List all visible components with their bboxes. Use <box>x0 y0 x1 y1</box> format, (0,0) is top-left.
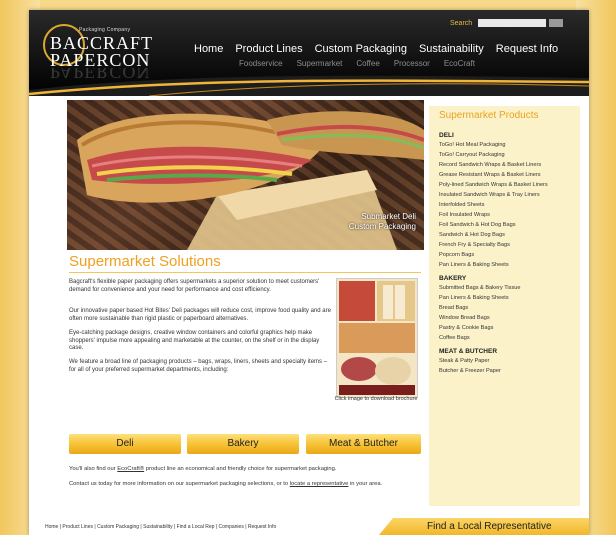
deli-button[interactable]: Deli <box>69 434 181 454</box>
sidebar-link[interactable]: ToGo! Carryout Packaging <box>439 152 575 159</box>
sidebar-heading-deli: DELI <box>439 132 454 139</box>
sidebar-link[interactable]: French Fry & Specialty Bags <box>439 242 575 249</box>
site-page: Packaging Company BACCRAFT PAPERCON PAPE… <box>29 10 589 535</box>
nav-request-info[interactable]: Request Info <box>496 43 558 55</box>
subnav-foodservice[interactable]: Foodservice <box>239 59 283 68</box>
sidebar-heading-bakery: BAKERY <box>439 275 467 282</box>
main-nav: Home Product Lines Custom Packaging Sust… <box>194 43 570 55</box>
title-divider <box>69 272 421 273</box>
site-header: Packaging Company BACCRAFT PAPERCON PAPE… <box>29 10 589 96</box>
footer-links[interactable]: Home | Product Lines | Custom Packaging … <box>45 524 276 530</box>
sidebar-link[interactable]: Steak & Patty Paper <box>439 358 575 365</box>
meat-butcher-button[interactable]: Meat & Butcher <box>306 434 421 454</box>
brochure-image <box>337 279 417 397</box>
sub-nav: Foodservice Supermarket Coffee Processor… <box>239 59 489 68</box>
sidebar-list: DELI ToGo! Hot Meal Packaging ToGo! Carr… <box>439 126 575 378</box>
brochure-caption[interactable]: Click image to download brochure <box>331 396 421 403</box>
sidebar-link[interactable]: Pastry & Cookie Bags <box>439 325 575 332</box>
ecocraft-note-pre: You'll also find our <box>69 466 116 472</box>
hero-image: Submarket Deli Custom Packaging <box>67 100 424 250</box>
contact-note-post: in your area. <box>350 481 383 487</box>
locate-rep-link[interactable]: locate a representative <box>290 481 349 487</box>
subnav-coffee[interactable]: Coffee <box>356 59 379 68</box>
sidebar-link[interactable]: Submitted Bags & Bakery Tissue <box>439 285 575 292</box>
body-paragraph: Our innovative paper based Hot Bites' De… <box>69 308 331 322</box>
nav-product-lines[interactable]: Product Lines <box>235 43 302 55</box>
find-local-rep-button[interactable]: Find a Local Representative <box>379 518 589 535</box>
body-paragraph: We feature a broad line of packaging pro… <box>69 359 328 373</box>
logo-reflection: PAPERCON <box>50 68 151 82</box>
sidebar-title: Supermarket Products <box>439 110 539 121</box>
nav-custom-packaging[interactable]: Custom Packaging <box>315 43 407 55</box>
ecocraft-link[interactable]: EcoCraft® <box>117 466 144 472</box>
sidebar-link[interactable]: Butcher & Freezer Paper <box>439 368 575 375</box>
brand-logo[interactable]: Packaging Company BACCRAFT PAPERCON PAPE… <box>43 24 163 84</box>
sidebar-link[interactable]: Pan Liners & Baking Sheets <box>439 295 575 302</box>
body-paragraph: Eye-catching package designs, creative w… <box>69 330 320 351</box>
nav-home[interactable]: Home <box>194 43 223 55</box>
sidebar-link[interactable]: Interfolded Sheets <box>439 202 575 209</box>
sidebar-link[interactable]: Pan Liners & Baking Sheets <box>439 262 575 269</box>
subnav-supermarket[interactable]: Supermarket <box>297 59 343 68</box>
bakery-button[interactable]: Bakery <box>187 434 299 454</box>
sidebar-link[interactable]: Record Sandwich Wraps & Basket Liners <box>439 162 575 169</box>
brochure-thumbnail[interactable] <box>336 278 418 398</box>
products-sidebar: Supermarket Products DELI ToGo! Hot Meal… <box>429 106 580 506</box>
sidebar-link[interactable]: Sandwich & Hot Dog Bags <box>439 232 575 239</box>
sidebar-link[interactable]: Coffee Bags <box>439 335 575 342</box>
sidebar-link[interactable]: Window Bread Bags <box>439 315 575 322</box>
site-footer: Home | Product Lines | Custom Packaging … <box>29 518 589 535</box>
hero-caption-line2: Custom Packaging <box>348 222 416 231</box>
nav-sustainability[interactable]: Sustainability <box>419 43 484 55</box>
sidebar-link[interactable]: Foil Insulated Wraps <box>439 212 575 219</box>
search-input[interactable] <box>478 19 546 27</box>
search-go-button[interactable] <box>549 19 563 27</box>
sidebar-link[interactable]: Bread Bags <box>439 305 575 312</box>
ecocraft-note-post: product line an economical and friendly … <box>145 466 337 472</box>
ecocraft-note: You'll also find our EcoCraft® product l… <box>69 466 424 474</box>
sidebar-link[interactable]: Poly-lined Sandwich Wraps & Basket Liner… <box>439 182 575 189</box>
sidebar-link[interactable]: Grease Resistant Wraps & Basket Liners <box>439 172 575 179</box>
find-local-rep-label: Find a Local Representative <box>427 521 552 532</box>
page-title: Supermarket Solutions <box>69 253 221 270</box>
contact-note-pre: Contact us today for more information on… <box>69 481 289 487</box>
sidebar-link[interactable]: Insulated Sandwich Wraps & Tray Liners <box>439 192 575 199</box>
hero-caption: Submarket Deli Custom Packaging <box>349 212 416 232</box>
hero-caption-line1: Submarket Deli <box>361 212 416 221</box>
sidebar-heading-meat: MEAT & BUTCHER <box>439 348 498 355</box>
intro-paragraph: Bagcraft's flexible paper packaging offe… <box>69 279 320 293</box>
contact-note: Contact us today for more information on… <box>69 481 424 489</box>
search-label: Search <box>450 20 473 27</box>
sidebar-link[interactable]: Popcorn Bags <box>439 252 575 259</box>
sidebar-link[interactable]: ToGo! Hot Meal Packaging <box>439 142 575 149</box>
subnav-processor[interactable]: Processor <box>394 59 430 68</box>
sidebar-link[interactable]: Foil Sandwich & Hot Dog Bags <box>439 222 575 229</box>
subnav-ecocraft[interactable]: EcoCraft <box>444 59 475 68</box>
